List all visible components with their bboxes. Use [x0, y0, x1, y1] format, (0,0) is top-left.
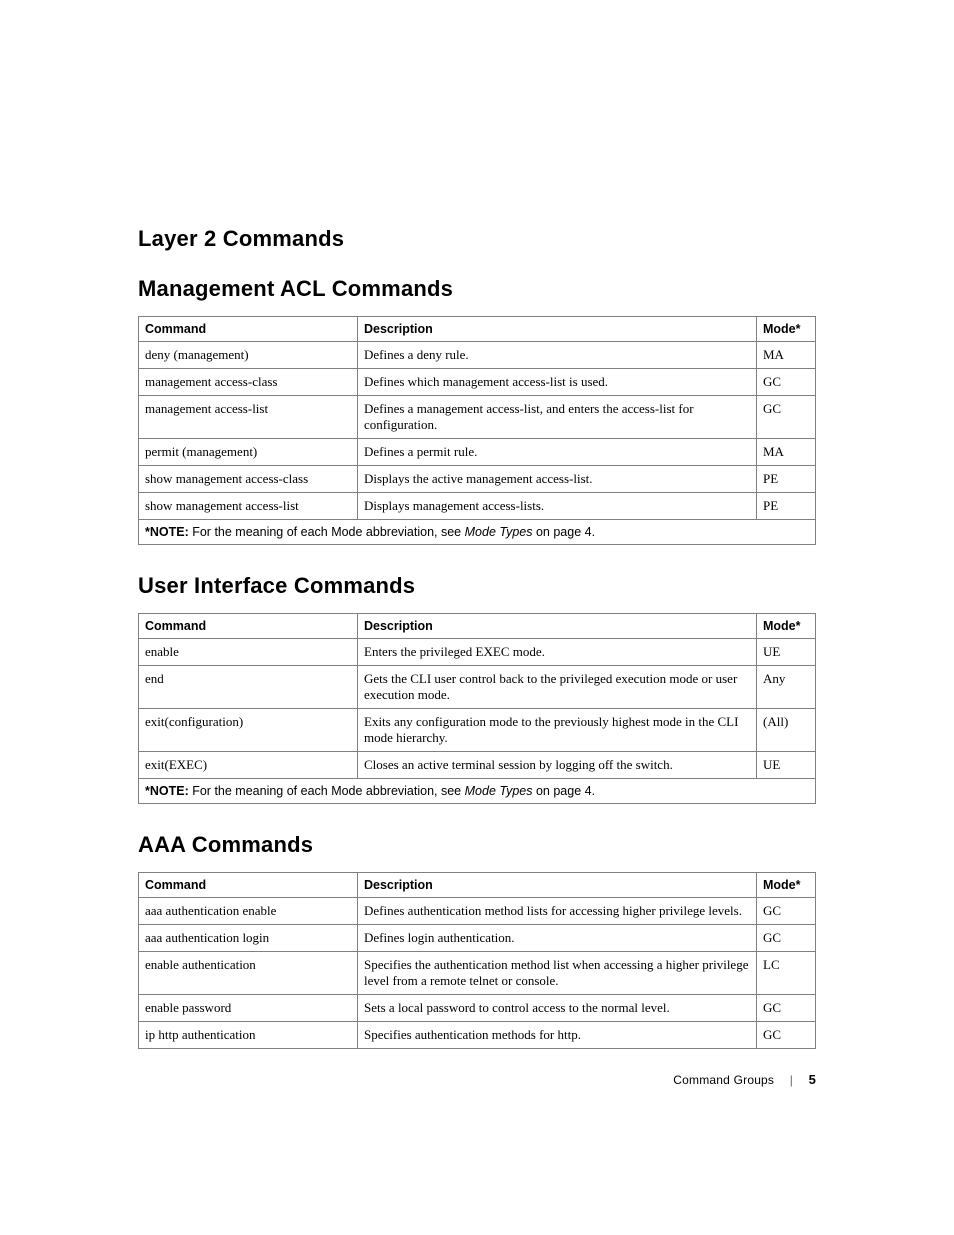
table-row: exit(EXEC)Closes an active terminal sess… — [139, 752, 816, 779]
heading-aaa: AAA Commands — [138, 832, 816, 858]
table-row: endGets the CLI user control back to the… — [139, 666, 816, 709]
cell-command: enable — [139, 639, 358, 666]
note-mid: For the meaning of each Mode abbreviatio… — [189, 784, 465, 798]
table-row: enableEnters the privileged EXEC mode.UE — [139, 639, 816, 666]
table-note: *NOTE: For the meaning of each Mode abbr… — [139, 520, 816, 545]
table-ui: Command Description Mode* enableEnters t… — [138, 613, 816, 804]
note-suffix: on page 4. — [532, 784, 595, 798]
cell-description: Specifies authentication methods for htt… — [358, 1022, 757, 1049]
table-row: aaa authentication loginDefines login au… — [139, 925, 816, 952]
cell-mode: GC — [757, 925, 816, 952]
note-mid: For the meaning of each Mode abbreviatio… — [189, 525, 465, 539]
table-mgmt-acl: Command Description Mode* deny (manageme… — [138, 316, 816, 545]
cell-mode: PE — [757, 493, 816, 520]
cell-description: Defines which management access-list is … — [358, 369, 757, 396]
cell-command: end — [139, 666, 358, 709]
cell-description: Specifies the authentication method list… — [358, 952, 757, 995]
note-italic: Mode Types — [465, 525, 533, 539]
cell-command: ip http authentication — [139, 1022, 358, 1049]
cell-description: Closes an active terminal session by log… — [358, 752, 757, 779]
cell-mode: (All) — [757, 709, 816, 752]
cell-mode: MA — [757, 342, 816, 369]
cell-command: aaa authentication enable — [139, 898, 358, 925]
table-row: enable authenticationSpecifies the authe… — [139, 952, 816, 995]
th-mode: Mode* — [757, 873, 816, 898]
table-row: deny (management)Defines a deny rule.MA — [139, 342, 816, 369]
table-row: show management access-classDisplays the… — [139, 466, 816, 493]
table-row: ip http authenticationSpecifies authenti… — [139, 1022, 816, 1049]
heading-mgmt-acl: Management ACL Commands — [138, 276, 816, 302]
table-header-row: Command Description Mode* — [139, 614, 816, 639]
note-suffix: on page 4. — [532, 525, 595, 539]
heading-layer2: Layer 2 Commands — [138, 226, 816, 252]
cell-command: exit(configuration) — [139, 709, 358, 752]
cell-description: Defines a deny rule. — [358, 342, 757, 369]
table-note: *NOTE: For the meaning of each Mode abbr… — [139, 779, 816, 804]
table-row: management access-classDefines which man… — [139, 369, 816, 396]
cell-description: Defines a management access-list, and en… — [358, 396, 757, 439]
cell-mode: UE — [757, 752, 816, 779]
cell-description: Displays management access-lists. — [358, 493, 757, 520]
cell-description: Gets the CLI user control back to the pr… — [358, 666, 757, 709]
cell-mode: UE — [757, 639, 816, 666]
cell-mode: Any — [757, 666, 816, 709]
cell-description: Defines a permit rule. — [358, 439, 757, 466]
cell-mode: GC — [757, 995, 816, 1022]
cell-mode: GC — [757, 396, 816, 439]
th-command: Command — [139, 317, 358, 342]
cell-mode: MA — [757, 439, 816, 466]
table-note-row: *NOTE: For the meaning of each Mode abbr… — [139, 520, 816, 545]
cell-description: Enters the privileged EXEC mode. — [358, 639, 757, 666]
cell-description: Displays the active management access-li… — [358, 466, 757, 493]
table-header-row: Command Description Mode* — [139, 317, 816, 342]
cell-mode: LC — [757, 952, 816, 995]
footer-page-number: 5 — [809, 1072, 816, 1087]
cell-command: enable authentication — [139, 952, 358, 995]
th-description: Description — [358, 873, 757, 898]
cell-command: deny (management) — [139, 342, 358, 369]
table-header-row: Command Description Mode* — [139, 873, 816, 898]
cell-command: show management access-list — [139, 493, 358, 520]
cell-mode: GC — [757, 898, 816, 925]
table-row: permit (management)Defines a permit rule… — [139, 439, 816, 466]
cell-mode: GC — [757, 1022, 816, 1049]
table-note-row: *NOTE: For the meaning of each Mode abbr… — [139, 779, 816, 804]
th-mode: Mode* — [757, 614, 816, 639]
footer-divider-icon: | — [790, 1073, 793, 1087]
table-row: enable passwordSets a local password to … — [139, 995, 816, 1022]
cell-description: Sets a local password to control access … — [358, 995, 757, 1022]
cell-command: permit (management) — [139, 439, 358, 466]
cell-command: management access-list — [139, 396, 358, 439]
th-command: Command — [139, 873, 358, 898]
footer-section: Command Groups — [673, 1073, 774, 1087]
cell-command: aaa authentication login — [139, 925, 358, 952]
cell-description: Exits any configuration mode to the prev… — [358, 709, 757, 752]
th-command: Command — [139, 614, 358, 639]
cell-command: management access-class — [139, 369, 358, 396]
cell-description: Defines login authentication. — [358, 925, 757, 952]
table-row: aaa authentication enableDefines authent… — [139, 898, 816, 925]
note-prefix: *NOTE: — [145, 525, 189, 539]
heading-ui: User Interface Commands — [138, 573, 816, 599]
table-row: exit(configuration)Exits any configurati… — [139, 709, 816, 752]
table-row: show management access-listDisplays mana… — [139, 493, 816, 520]
page-footer: Command Groups | 5 — [673, 1072, 816, 1087]
cell-command: show management access-class — [139, 466, 358, 493]
cell-mode: PE — [757, 466, 816, 493]
cell-command: exit(EXEC) — [139, 752, 358, 779]
table-row: management access-listDefines a manageme… — [139, 396, 816, 439]
cell-command: enable password — [139, 995, 358, 1022]
th-description: Description — [358, 317, 757, 342]
th-description: Description — [358, 614, 757, 639]
th-mode: Mode* — [757, 317, 816, 342]
cell-mode: GC — [757, 369, 816, 396]
cell-description: Defines authentication method lists for … — [358, 898, 757, 925]
page: Layer 2 Commands Management ACL Commands… — [0, 0, 954, 1235]
note-italic: Mode Types — [465, 784, 533, 798]
table-aaa: Command Description Mode* aaa authentica… — [138, 872, 816, 1049]
note-prefix: *NOTE: — [145, 784, 189, 798]
